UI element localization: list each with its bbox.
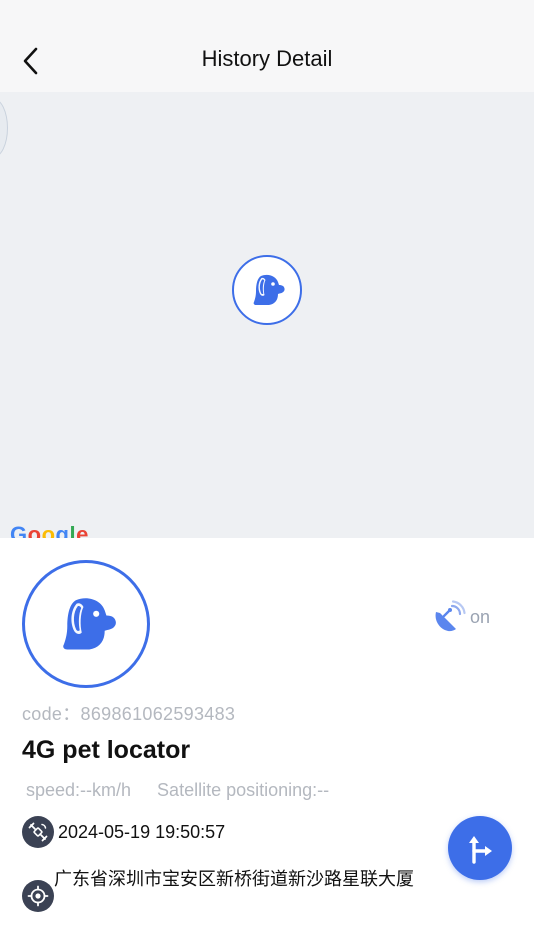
gps-status-label: on: [470, 606, 491, 627]
map-view[interactable]: Google: [0, 92, 534, 538]
gps-status: on: [432, 600, 490, 634]
address-text: 广东省深圳市宝安区新桥街道新沙路星联大厦: [54, 869, 414, 889]
device-code-label: code：: [22, 704, 81, 724]
satellite-dish-icon: [435, 600, 466, 632]
nav-bar: History Detail: [0, 0, 534, 92]
speed-text: speed:--km/h: [26, 780, 132, 800]
dog-icon: [253, 274, 285, 305]
pet-location-marker[interactable]: [232, 255, 302, 325]
device-avatar: [22, 560, 150, 688]
page-title: History Detail: [201, 46, 333, 71]
device-info-panel: on code：869861062593483 4G pet locator s…: [0, 538, 534, 950]
directions-icon: [469, 836, 492, 864]
device-meta: speed:--km/h Satellite positioning:--: [26, 780, 329, 801]
timestamp-text: 2024-05-19 19:50:57: [58, 821, 226, 842]
satellite-icon: [22, 816, 54, 848]
device-code-value: 869861062593483: [80, 704, 236, 724]
google-attribution: Google: [10, 522, 89, 538]
dog-icon: [63, 598, 116, 650]
device-name: 4G pet locator: [22, 736, 191, 764]
device-code: code：869861062593483: [22, 700, 235, 726]
timestamp-row: 2024-05-19 19:50:57: [22, 816, 225, 848]
map-control[interactable]: [0, 98, 8, 158]
positioning-text: Satellite positioning:--: [157, 780, 330, 800]
navigate-button[interactable]: [448, 816, 512, 880]
location-target-icon: [22, 880, 54, 912]
address-row: 广东省深圳市宝安区新桥街道新沙路星联大厦: [22, 866, 422, 912]
